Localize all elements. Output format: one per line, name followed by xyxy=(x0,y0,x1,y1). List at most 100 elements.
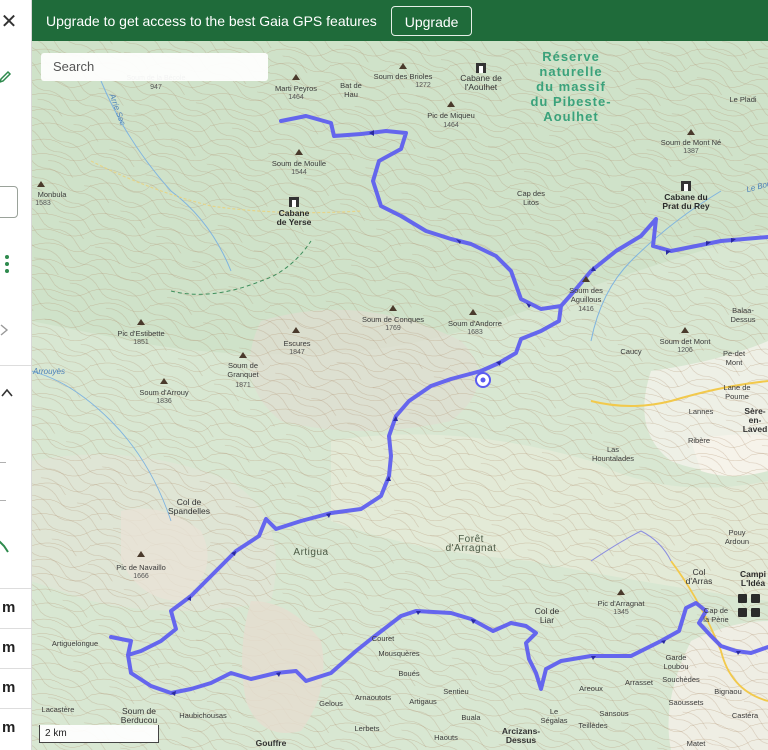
peak-icon xyxy=(292,327,300,333)
axis-tick xyxy=(0,462,6,463)
more-options-icon[interactable] xyxy=(2,253,12,275)
place-label: Cap de la Pène xyxy=(703,606,729,624)
place-label: Souchèdes xyxy=(662,675,700,684)
place-label: Haubichousas xyxy=(179,711,227,720)
divider xyxy=(0,708,31,709)
peak-icon xyxy=(292,74,300,80)
edit-icon[interactable] xyxy=(0,70,12,84)
elevation-label: 1851 xyxy=(133,339,149,346)
toilets-icon xyxy=(751,608,760,617)
chevron-up-icon[interactable] xyxy=(0,386,14,400)
chevron-right-icon[interactable] xyxy=(0,323,10,337)
map-scale-bar: 2 km xyxy=(39,725,159,743)
place-label: Lerbets xyxy=(354,724,380,733)
upgrade-banner: Upgrade to get access to the best Gaia G… xyxy=(31,0,768,41)
place-label: Boués xyxy=(398,669,420,678)
place-label: Pic d'Estibette xyxy=(117,329,165,338)
place-label: Arnaoutots xyxy=(354,693,392,702)
place-label: Arcizans- Dessus xyxy=(501,726,541,745)
peak-icon xyxy=(295,149,303,155)
divider xyxy=(0,365,31,366)
place-label: Teillèdes xyxy=(578,721,608,730)
peak-icon xyxy=(37,181,45,187)
peak-icon xyxy=(239,352,247,358)
place-label: Col de Spandelles xyxy=(167,497,211,516)
place-label: Monbula xyxy=(37,190,67,199)
map-search-input[interactable]: Search xyxy=(41,53,268,81)
peak-icon xyxy=(137,551,145,557)
place-label: Campi L'Idéa xyxy=(740,569,766,588)
name-input[interactable] xyxy=(0,186,18,218)
elevation-label: 1544 xyxy=(291,169,307,176)
axis-tick xyxy=(0,500,6,501)
place-label: Arrasset xyxy=(625,678,653,687)
peak-icon xyxy=(469,309,477,315)
place-label: Sentieu xyxy=(443,687,469,696)
elevation-label: 1416 xyxy=(578,306,594,313)
place-label: Castéra xyxy=(731,711,759,720)
hut-icon xyxy=(681,181,691,191)
elevation-label: 1769 xyxy=(385,325,401,332)
place-label: Lacastère xyxy=(41,705,75,714)
upgrade-button[interactable]: Upgrade xyxy=(390,5,473,36)
place-label: Garde Loubou xyxy=(663,653,689,671)
place-label: Artiguelongue xyxy=(51,639,99,648)
stat-unit: m xyxy=(2,599,16,616)
elevation-label: 1871 xyxy=(235,382,251,389)
elevation-label: 1464 xyxy=(443,122,459,129)
divider xyxy=(0,668,31,669)
place-label: Couret xyxy=(371,634,395,643)
place-label: Bat de Hau xyxy=(340,81,362,99)
place-label: Artigaus xyxy=(409,697,437,706)
shower-icon xyxy=(738,608,747,617)
place-label: Cabane du Prat du Rey xyxy=(662,192,710,211)
place-label: Haouts xyxy=(434,733,458,742)
place-label: Col d'Arras xyxy=(685,567,713,586)
stat-unit: m xyxy=(2,639,16,656)
place-label: Soum de Mont Né xyxy=(660,138,722,147)
forest-label: Forêt d'Arragnat xyxy=(445,534,497,554)
elevation-label: 1387 xyxy=(683,148,699,155)
place-label: Areoux xyxy=(579,684,603,693)
reserve-label: Réserve naturelle du massif du Pibeste- … xyxy=(530,49,612,124)
close-icon[interactable]: ✕ xyxy=(0,10,18,34)
elevation-label: 1464 xyxy=(288,94,304,101)
place-label: Gelous xyxy=(319,699,343,708)
place-label: Le Ségalas xyxy=(540,707,568,725)
place-label: Mousquères xyxy=(378,649,420,658)
place-label: Soum det Mont xyxy=(659,337,711,346)
peak-icon xyxy=(389,305,397,311)
elevation-profile-graph xyxy=(0,540,9,553)
elevation-label: 1272 xyxy=(415,82,431,89)
stat-unit: m xyxy=(2,719,16,736)
place-label: Buala xyxy=(461,713,481,722)
divider xyxy=(0,628,31,629)
parking-icon xyxy=(751,594,760,603)
place-label: Saoussets xyxy=(668,698,704,707)
place-label: Pic de Navaillo xyxy=(116,563,166,572)
sidebar-panel: ✕ m m m m xyxy=(0,0,32,750)
peak-icon xyxy=(399,63,407,69)
place-label: Le Pladi xyxy=(729,95,757,104)
place-label: Balaa- Dessus xyxy=(730,306,756,324)
map-view[interactable]: Search Réserve naturelle du massif du Pi… xyxy=(31,41,768,750)
river-label: Arrouyès xyxy=(32,367,66,376)
place-label: Cabane de Yerse xyxy=(276,208,312,227)
place-label: Pouy Ardoun xyxy=(724,528,750,546)
place-label: Caucy xyxy=(620,347,642,356)
hut-icon xyxy=(289,197,299,207)
place-label: Marti Peyros xyxy=(274,84,318,93)
place-label: Sère- en- Laved xyxy=(742,406,768,434)
peak-icon xyxy=(582,276,590,282)
banner-text: Upgrade to get access to the best Gaia G… xyxy=(46,12,377,29)
place-label: Bignaou xyxy=(714,687,742,696)
peak-icon xyxy=(447,101,455,107)
elevation-label: 1847 xyxy=(289,349,305,356)
elevation-label: 1345 xyxy=(613,609,629,616)
hut-icon xyxy=(476,63,486,73)
peak-icon xyxy=(160,378,168,384)
place-label: Lannes xyxy=(688,407,714,416)
place-label: Escures xyxy=(283,339,311,348)
peak-icon xyxy=(137,319,145,325)
place-label: Sansous xyxy=(599,709,629,718)
